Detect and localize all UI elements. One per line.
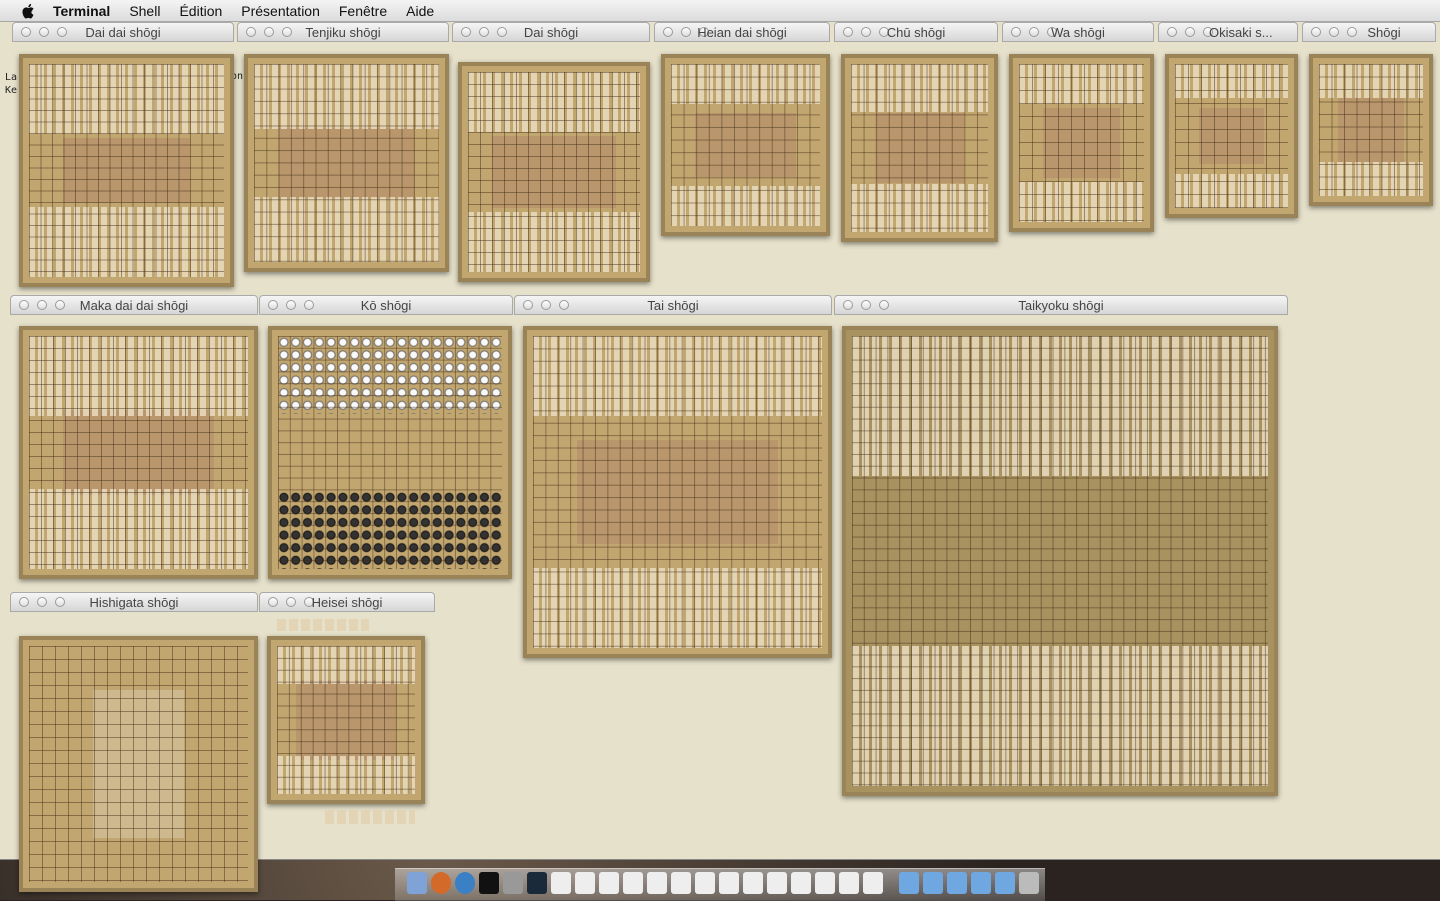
document-icon[interactable] [719,872,739,894]
window-titlebar[interactable]: Dai shōgi [452,22,650,42]
window-wa-shogi[interactable]: Wa shōgi [1002,22,1154,232]
menu-presentation[interactable]: Présentation [241,3,320,19]
shogi-board[interactable] [1009,54,1154,232]
terminal-icon[interactable] [479,872,499,894]
shogi-board[interactable] [244,54,449,272]
menu-fenetre[interactable]: Fenêtre [339,3,387,19]
window-title: Dai dai shōgi [85,25,161,40]
window-chu-shogi[interactable]: Chū shōgi [834,22,998,242]
document-icon[interactable] [623,872,643,894]
window-titlebar[interactable]: Heian dai shōgi [654,22,830,42]
window-titlebar[interactable]: Hishigata shōgi [10,592,258,612]
window-ko-shogi[interactable]: Kō shōgi [259,295,513,583]
window-title: Maka dai dai shōgi [79,298,189,313]
window-titlebar[interactable]: Dai dai shōgi [12,22,234,42]
shogi-board[interactable] [19,326,258,579]
window-titlebar[interactable]: Tai shōgi [514,295,832,315]
minimize-button[interactable] [1185,27,1195,37]
system-preferences-icon[interactable] [503,872,523,894]
finder-icon[interactable] [407,872,427,894]
shogi-board[interactable] [19,636,258,892]
window-title: Heisei shōgi [311,595,383,610]
shogi-board[interactable] [841,54,998,242]
go-style-board[interactable] [268,326,512,579]
window-title: Taikyoku shōgi [1018,298,1104,313]
document-icon[interactable] [863,872,883,894]
window-title: Kō shōgi [360,298,412,313]
folder-icon[interactable] [995,872,1015,894]
menu-edition[interactable]: Édition [179,3,222,19]
window-dai-shogi[interactable]: Dai shōgi [452,22,650,282]
window-titlebar[interactable]: Shōgi [1302,22,1436,42]
window-heisei-shogi[interactable]: Heisei shōgi [259,592,435,828]
document-icon[interactable] [671,872,691,894]
window-title: Tai shōgi [647,298,699,313]
dock-separator [887,872,895,894]
folder-icon[interactable] [899,872,919,894]
window-title: Chū shōgi [886,25,946,40]
menu-shell[interactable]: Shell [129,3,160,19]
shogi-board[interactable] [19,54,234,287]
window-tenjiku-shogi[interactable]: Tenjiku shōgi [237,22,449,272]
menu-app-terminal[interactable]: Terminal [53,3,110,19]
window-shogi[interactable]: Shōgi [1302,22,1436,206]
window-tai-shogi[interactable]: Tai shōgi [514,295,832,659]
window-titlebar[interactable]: Taikyoku shōgi [834,295,1288,315]
window-title: Tenjiku shōgi [305,25,381,40]
window-title: Hishigata shōgi [89,595,179,610]
dock [395,868,1045,901]
window-title: Shōgi [1367,25,1401,40]
document-icon[interactable] [575,872,595,894]
document-icon[interactable] [791,872,811,894]
trash-icon[interactable] [1019,872,1039,894]
browser-icon[interactable] [455,872,475,894]
window-taikyoku-shogi[interactable]: Taikyoku shōgi [834,295,1288,797]
window-titlebar[interactable]: Wa shōgi [1002,22,1154,42]
close-button[interactable] [1167,27,1177,37]
shogi-board[interactable] [1165,54,1298,218]
document-icon[interactable] [599,872,619,894]
window-maka-dai-dai-shogi[interactable]: Maka dai dai shōgi [10,295,258,583]
window-title: Dai shōgi [523,25,579,40]
folder-icon[interactable] [923,872,943,894]
shogi-board[interactable] [661,54,830,236]
shogi-board[interactable] [523,326,832,658]
window-titlebar[interactable]: Okisaki s... [1158,22,1298,42]
folder-icon[interactable] [947,872,967,894]
shogi-board[interactable] [267,636,425,804]
document-icon[interactable] [767,872,787,894]
window-okisaki-shogi[interactable]: Okisaki s... [1158,22,1298,218]
window-titlebar[interactable]: Chū shōgi [834,22,998,42]
shogi-board[interactable] [842,326,1278,796]
document-icon[interactable] [743,872,763,894]
document-icon[interactable] [551,872,571,894]
activity-monitor-icon[interactable] [527,872,547,894]
captured-pieces-top [277,619,369,631]
shogi-board[interactable] [458,62,650,282]
window-hishigata-shogi[interactable]: Hishigata shōgi [10,592,258,892]
shogi-board[interactable] [1309,54,1433,206]
window-title: Okisaki s... [1209,25,1273,40]
window-titlebar[interactable]: Kō shōgi [259,295,513,315]
window-dai-dai-shogi[interactable]: Dai dai shōgi [12,22,234,287]
document-icon[interactable] [695,872,715,894]
document-icon[interactable] [647,872,667,894]
window-heian-dai-shogi[interactable]: Heian dai shōgi [654,22,830,236]
menu-aide[interactable]: Aide [406,3,434,19]
window-titlebar[interactable]: Heisei shōgi [259,592,435,612]
folder-icon[interactable] [971,872,991,894]
window-title: Heian dai shōgi [697,25,787,40]
window-titlebar[interactable]: Maka dai dai shōgi [10,295,258,315]
firefox-icon[interactable] [431,872,451,894]
captured-pieces-bottom [325,810,415,824]
window-titlebar[interactable]: Tenjiku shōgi [237,22,449,42]
menu-bar: Terminal Shell Édition Présentation Fenê… [0,0,1440,22]
document-icon[interactable] [815,872,835,894]
close-button[interactable] [1311,27,1321,37]
document-icon[interactable] [839,872,859,894]
window-title: Wa shōgi [1051,25,1105,40]
apple-icon[interactable] [19,3,39,19]
